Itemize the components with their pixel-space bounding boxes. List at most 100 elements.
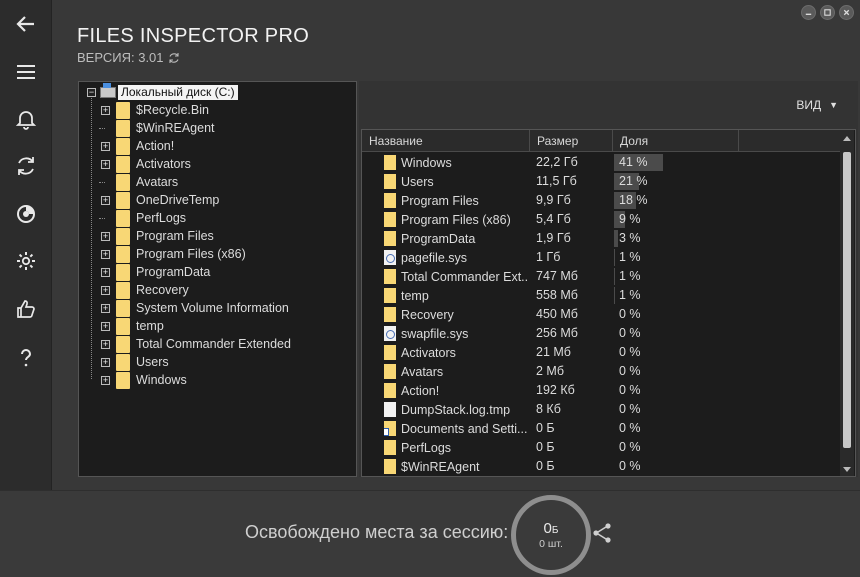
folder-icon (116, 173, 130, 191)
cell-share: 18 % (614, 192, 664, 209)
table-row[interactable]: Windows 22,2 Гб 41 % (362, 153, 840, 172)
expand-icon[interactable]: + (101, 375, 110, 385)
update-button[interactable] (6, 148, 46, 184)
tree-item-label: $WinREAgent (136, 121, 215, 135)
tree-item[interactable]: Avatars (99, 173, 178, 191)
expand-icon[interactable]: + (101, 159, 110, 169)
notifications-button[interactable] (6, 101, 46, 137)
scroll-thumb[interactable] (843, 152, 851, 448)
tree-item[interactable]: + Total Commander Extended (101, 335, 291, 353)
table-row[interactable]: Activators 21 Мб 0 % (362, 343, 840, 362)
file-name: PerfLogs (401, 440, 452, 455)
thumbs-up-icon (17, 300, 35, 318)
tree-item[interactable]: $WinREAgent (99, 119, 215, 137)
tree-item[interactable]: + $Recycle.Bin (101, 101, 209, 119)
share-button[interactable] (590, 521, 614, 545)
expand-icon[interactable]: + (101, 357, 110, 367)
files-table[interactable]: Название Размер Доля Windows 22,2 Гб 41 % U… (361, 129, 856, 477)
tree-item[interactable]: + Program Files (101, 227, 214, 245)
tree-item[interactable]: + temp (101, 317, 164, 335)
folder-icon (116, 155, 130, 173)
tree-item[interactable]: + System Volume Information (101, 299, 289, 317)
folder-icon (116, 101, 130, 119)
expand-icon[interactable]: + (101, 231, 110, 241)
expand-icon[interactable]: + (101, 321, 110, 331)
table-row[interactable]: DumpStack.log.tmp 8 Кб 0 % (362, 400, 840, 419)
help-button[interactable] (6, 340, 46, 376)
footer-bar: Освобождено места за сессию: 0Б 0 шт. (0, 490, 860, 577)
share-percent: 0 % (619, 459, 641, 473)
table-row[interactable]: Total Commander Ext... 747 Мб 1 % (362, 267, 840, 286)
cell-share: 0 % (614, 401, 664, 418)
expand-icon[interactable]: + (101, 303, 110, 313)
share-bar (614, 249, 615, 266)
tree-item[interactable]: + Windows (101, 371, 187, 389)
table-row[interactable]: $WinREAgent 0 Б 0 % (362, 457, 840, 476)
minimize-button[interactable] (801, 5, 816, 20)
collapse-icon[interactable]: − (87, 87, 96, 97)
tree-item[interactable]: + ProgramData (101, 263, 210, 281)
table-row[interactable]: Recovery 450 Мб 0 % (362, 305, 840, 324)
view-dropdown[interactable]: ВИД ▼ (796, 98, 838, 112)
cell-name: Program Files (x86) (384, 210, 529, 229)
table-row[interactable]: Avatars 2 Мб 0 % (362, 362, 840, 381)
table-row[interactable]: PerfLogs 0 Б 0 % (362, 438, 840, 457)
maximize-button[interactable] (820, 5, 835, 20)
table-row[interactable]: temp 558 Мб 1 % (362, 286, 840, 305)
table-row[interactable]: Program Files 9,9 Гб 18 % (362, 191, 840, 210)
cell-name: Windows (384, 153, 529, 172)
tree-item[interactable]: + Activators (101, 155, 191, 173)
scroll-up-icon[interactable] (843, 136, 851, 141)
folder-icon (384, 440, 396, 455)
system-file-icon (384, 326, 396, 341)
folder-icon (116, 353, 130, 371)
expand-icon[interactable]: + (101, 141, 110, 151)
column-size-header[interactable]: Размер (530, 130, 613, 152)
expand-icon[interactable]: + (101, 285, 110, 295)
table-row[interactable]: Program Files (x86) 5,4 Гб 9 % (362, 210, 840, 229)
back-button[interactable] (6, 6, 46, 42)
table-row[interactable]: Action! 192 Кб 0 % (362, 381, 840, 400)
menu-button[interactable] (6, 54, 46, 90)
table-row[interactable]: ProgramData 1,9 Гб 3 % (362, 229, 840, 248)
system-file-icon (384, 250, 396, 265)
table-row[interactable]: pagefile.sys 1 Гб 1 % (362, 248, 840, 267)
expand-icon[interactable]: + (101, 267, 110, 277)
table-row[interactable]: swapfile.sys 256 Мб 0 % (362, 324, 840, 343)
tree-item-label: PerfLogs (136, 211, 187, 225)
scroll-down-icon[interactable] (843, 467, 851, 472)
refresh-small-icon[interactable] (168, 52, 180, 64)
disk-button[interactable] (6, 196, 46, 232)
tree-item[interactable]: + Recovery (101, 281, 189, 299)
vertical-scrollbar[interactable] (840, 130, 854, 476)
table-row[interactable]: Documents and Setti... 0 Б 0 % (362, 419, 840, 438)
share-percent: 0 % (619, 383, 641, 397)
share-percent: 3 % (619, 231, 641, 245)
tree-item[interactable]: + Action! (101, 137, 174, 155)
tree-item[interactable]: + Users (101, 353, 169, 371)
settings-button[interactable] (6, 243, 46, 279)
tree-item[interactable]: + Program Files (x86) (101, 245, 246, 263)
column-share-header[interactable]: Доля (613, 130, 739, 152)
share-percent: 0 % (619, 440, 641, 454)
tree-item[interactable]: PerfLogs (99, 209, 187, 227)
file-name: DumpStack.log.tmp (401, 402, 511, 417)
expand-icon[interactable]: + (101, 105, 110, 115)
gear-icon (17, 252, 35, 270)
close-icon (843, 9, 850, 16)
table-row[interactable]: Users 11,5 Гб 21 % (362, 172, 840, 191)
tree-item-label: Recovery (136, 283, 189, 297)
file-size: 5,4 Гб (536, 212, 571, 226)
expand-icon[interactable]: + (101, 249, 110, 259)
expand-icon[interactable]: + (101, 195, 110, 205)
rate-button[interactable] (6, 291, 46, 327)
app-title: FILES INSPECTOR PRO (77, 25, 310, 47)
cell-name: PerfLogs (384, 438, 529, 457)
file-name: $WinREAgent (401, 459, 480, 474)
folder-tree[interactable]: − Локальный диск (C:) + $Recycle.Bin $WinREA… (78, 81, 357, 477)
tree-item[interactable]: + OneDriveTemp (101, 191, 219, 209)
expand-icon[interactable]: + (101, 339, 110, 349)
close-button[interactable] (839, 5, 854, 20)
column-name-header[interactable]: Название (362, 130, 530, 152)
tree-root-drive[interactable]: − Локальный диск (C:) (87, 82, 238, 101)
